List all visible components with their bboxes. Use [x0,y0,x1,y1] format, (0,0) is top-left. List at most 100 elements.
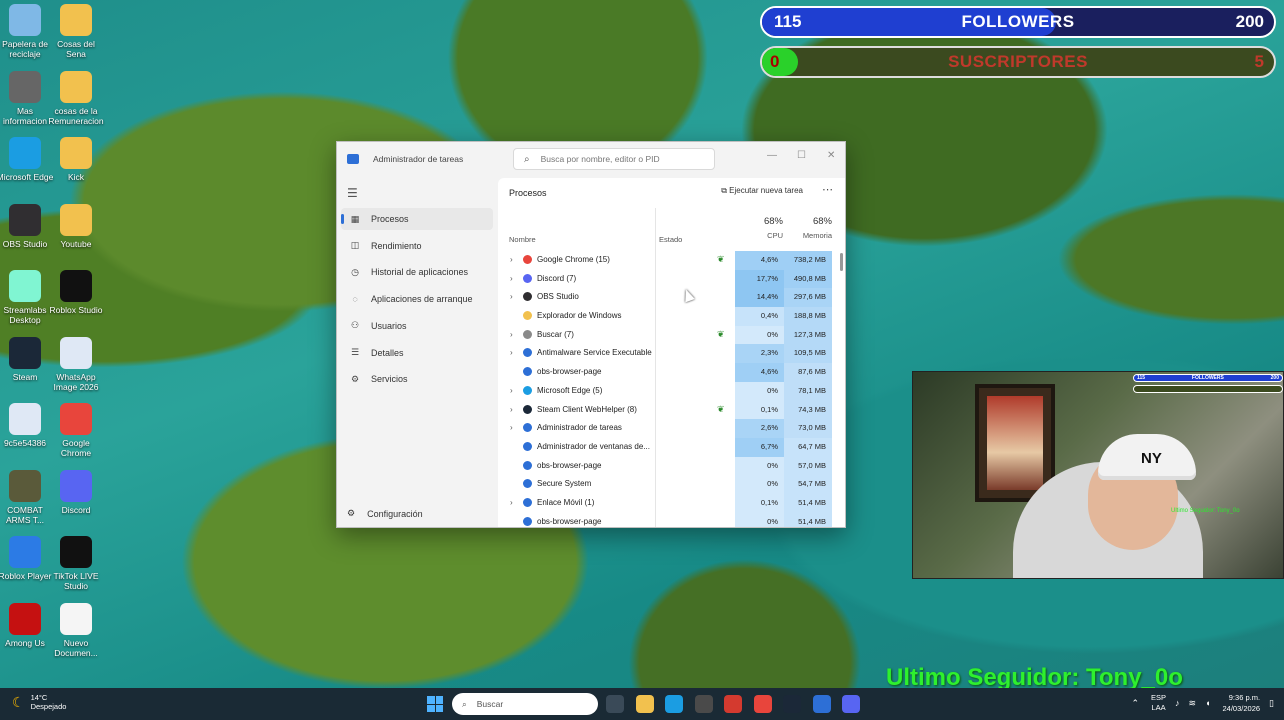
chevron-right-icon[interactable]: › [510,405,513,414]
desktop-icon[interactable]: Among Us [0,602,54,648]
nav-item-aplicaciones-de-arranque[interactable]: ◌ Aplicaciones de arranque [341,288,493,310]
process-row[interactable]: › Microsoft Edge (5) 0% 78,1 MB [498,381,845,401]
chevron-right-icon[interactable]: › [510,423,513,432]
chevron-right-icon[interactable]: › [510,255,513,264]
desktop-icon[interactable]: WhatsApp Image 2026 [47,336,105,392]
desktop-icon[interactable]: Steam [0,336,54,382]
process-row[interactable]: › Discord (7) 17,7% 490,8 MB [498,269,845,289]
settings-nav-item[interactable]: ⚙ Configuración [347,508,423,519]
performance-icon: ◫ [350,240,360,251]
nav-item-label: Procesos [371,214,409,224]
microphone-icon[interactable]: ♪ [1175,698,1180,708]
desktop-icon[interactable]: cosas de la Remuneracion [47,70,105,126]
close-button[interactable]: ✕ [827,150,835,161]
process-row[interactable]: › Buscar (7) ❦ 0% 127,3 MB [498,325,845,345]
process-search-input[interactable]: ⌕ Busca por nombre, editor o PID [513,148,715,170]
store-icon[interactable] [694,695,713,713]
nav-item-detalles[interactable]: ☰ Detalles [341,342,493,364]
titlebar[interactable]: Administrador de tareas ⌕ Busca por nomb… [337,142,845,176]
app-red-icon[interactable] [724,695,742,713]
run-new-task-label: Ejecutar nueva tarea [729,186,803,195]
desktop-icon[interactable]: OBS Studio [0,203,54,249]
desktop-icon[interactable]: Kick [47,137,105,182]
desktop-icon[interactable]: Roblox Studio [47,270,105,315]
chrome-icon [523,255,532,264]
weather-widget[interactable]: ☾ 14°C Despejado [12,693,66,711]
col-memory-header[interactable]: 68% Memoria [784,216,832,240]
nav-item-label: Rendimiento [371,240,422,251]
followers-label: FOLLOWERS [961,12,1075,31]
process-row[interactable]: › Google Chrome (15) ❦ 4,6% 738,2 MB [498,251,845,270]
process-row[interactable]: obs-browser-page 0% 57,0 MB [498,456,845,476]
process-cpu: 14,4% [735,288,784,308]
desktop-icon[interactable]: Google Chrome [47,403,105,458]
nav-item-usuarios[interactable]: ⚇ Usuarios [341,315,493,337]
scrollbar[interactable] [840,253,843,271]
col-status-header[interactable]: Estado [659,235,682,244]
run-new-task-button[interactable]: ⧉ Ejecutar nueva tarea [721,186,803,196]
col-name-header[interactable]: Nombre [509,235,536,244]
desktop-icon[interactable]: Nuevo Documen... [47,602,105,658]
shield-icon [523,348,532,358]
clock[interactable]: 9:36 p.m. 24/03/2026 [1223,692,1261,714]
chevron-right-icon[interactable]: › [510,498,513,507]
nav-item-procesos[interactable]: ▦ Procesos [341,208,493,230]
edge-icon [9,137,41,169]
process-row[interactable]: › OBS Studio 14,4% 297,6 MB [498,288,845,308]
nav-item-historial-de-aplicaciones[interactable]: ◷ Historial de aplicaciones [341,261,493,283]
task-manager-window[interactable]: Administrador de tareas ⌕ Busca por nomb… [336,141,846,528]
nav-item-rendimiento[interactable]: ◫ Rendimiento [341,235,493,257]
chevron-right-icon[interactable]: › [510,386,513,395]
process-row[interactable]: Administrador de ventanas de... 6,7% 64,7 … [498,437,845,457]
language-indicator[interactable]: ESP LAA [1151,693,1166,713]
file-explorer-icon[interactable] [635,695,654,713]
minimize-button[interactable]: — [767,150,777,161]
desktop-icon[interactable]: Papelera de reciclaje [0,4,54,59]
nav-item-servicios[interactable]: ⚙ Servicios [341,368,493,390]
chevron-right-icon[interactable]: › [510,330,513,339]
process-row[interactable]: › Steam Client WebHelper (8) ❦ 0,1% 74,3 MB [498,400,845,420]
start-button[interactable] [427,696,443,712]
task-view-icon[interactable] [606,695,624,713]
task-manager-icon[interactable] [812,695,831,713]
process-row[interactable]: Secure System 0% 54,7 MB [498,475,845,494]
chevron-right-icon[interactable]: › [510,348,513,357]
desktop-icon[interactable]: Cosas del Sena [47,4,105,59]
desktop-icon[interactable]: COMBAT ARMS T... [0,469,54,525]
desktop-icon[interactable]: 9c5e54386 [0,403,54,448]
notification-icon[interactable]: ▯ [1269,698,1274,709]
volume-icon[interactable]: ◖ [1205,698,1210,708]
desktop-icon[interactable]: TikTok LIVE Studio [47,536,105,591]
chrome-icon[interactable] [753,695,772,713]
maximize-button[interactable]: ☐ [797,150,806,161]
chevron-right-icon[interactable]: › [510,292,513,301]
desktop-icon[interactable]: Mas informacion [0,70,54,126]
edge-icon[interactable] [665,695,683,713]
process-row[interactable]: › Administrador de tareas 2,6% 73,0 MB [498,419,845,438]
process-row[interactable]: obs-browser-page 0% 51,4 MB [498,512,845,527]
desktop-icon[interactable]: Streamlabs Desktop [0,270,54,325]
process-memory: 54,7 MB [784,475,832,494]
process-row[interactable]: Explorador de Windows 0,4% 188,8 MB [498,307,845,326]
process-row[interactable]: › Enlace Móvil (1) 0,1% 51,4 MB [498,493,845,513]
search-icon [523,329,532,339]
process-row[interactable]: › Antimalware Service Executable 2,3% 109,5… [498,344,845,364]
more-options-icon[interactable]: ⋯ [822,183,833,196]
chevron-right-icon[interactable]: › [510,274,513,283]
steam-icon[interactable] [783,695,801,713]
recycle-bin-icon [9,4,41,36]
process-memory: 87,6 MB [784,363,832,382]
discord-icon[interactable] [842,695,860,713]
desktop-icon[interactable]: Discord [47,469,105,515]
process-name: Discord (7) [537,273,577,283]
desktop-icon[interactable]: Microsoft Edge [0,137,54,182]
process-cpu: 4,6% [735,251,784,270]
hamburger-menu-icon[interactable]: ☰ [347,186,358,200]
desktop-icon[interactable]: Roblox Player [0,536,54,581]
chevron-up-icon[interactable]: ⌃ [1131,698,1139,709]
wifi-icon[interactable]: ≋ [1189,698,1197,709]
desktop-icon[interactable]: Youtube [47,203,105,249]
taskbar-search[interactable]: ⌕ Buscar [452,693,598,715]
process-row[interactable]: obs-browser-page 4,6% 87,6 MB [498,363,845,382]
col-cpu-header[interactable]: 68% CPU [735,216,783,240]
